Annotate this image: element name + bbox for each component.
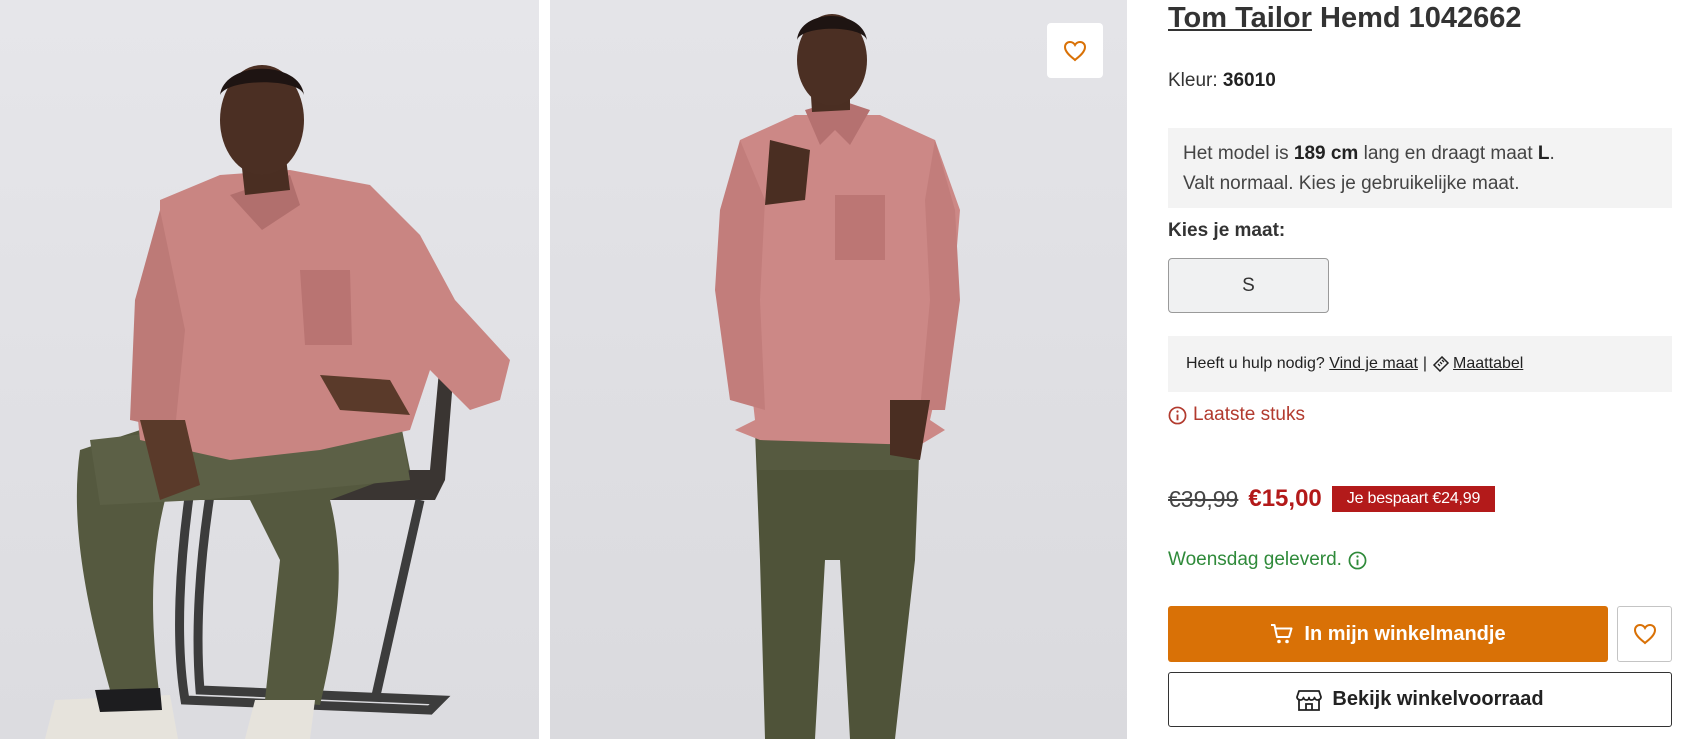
help-question: Heeft u hulp nodig? — [1186, 355, 1325, 372]
size-chart-link[interactable]: Maattabel — [1453, 355, 1523, 373]
seated-model-illustration — [45, 65, 510, 739]
size-option-s[interactable]: S — [1168, 258, 1329, 313]
heart-icon — [1633, 623, 1656, 645]
old-price: €39,99 — [1168, 485, 1239, 512]
brand-link[interactable]: Tom Tailor — [1168, 2, 1312, 34]
fit-advice: Valt normaal. Kies je gebruikelijke maat… — [1183, 173, 1520, 194]
store-icon — [1296, 689, 1323, 711]
image-wishlist-button[interactable] — [1047, 23, 1103, 78]
size-selector-label: Kies je maat: — [1168, 220, 1286, 241]
find-size-link[interactable]: Vind je maat — [1329, 355, 1418, 373]
model-text-3: . — [1549, 143, 1555, 164]
check-store-label: Bekijk winkelvoorraad — [1332, 688, 1544, 710]
product-image-seated[interactable] — [0, 0, 539, 739]
delivery-text: Woensdag geleverd. — [1168, 549, 1342, 570]
color-value: 36010 — [1222, 70, 1276, 91]
check-store-stock-button[interactable]: Bekijk winkelvoorraad — [1168, 672, 1672, 727]
stock-status: Laatste stuks — [1168, 404, 1305, 426]
ruler-icon — [1432, 356, 1450, 372]
model-size-line: Het model is 189 cm lang en draagt maat … — [1183, 139, 1657, 169]
add-to-cart-button[interactable]: In mijn winkelmandje — [1168, 606, 1608, 662]
heart-icon — [1063, 40, 1087, 61]
size-help-bar: Heeft u hulp nodig? Vind je maat | Maattab… — [1168, 336, 1672, 392]
standing-model-illustration — [715, 14, 960, 739]
model-text-1: Het model is — [1183, 143, 1294, 164]
model-size: L — [1537, 143, 1550, 164]
help-separator: | — [1422, 355, 1428, 372]
savings-badge: Je bespaart €24,99 — [1331, 486, 1496, 512]
model-text-2: lang en draagt maat — [1358, 143, 1538, 164]
info-icon — [1168, 406, 1187, 424]
delivery-info-icon[interactable] — [1348, 551, 1367, 570]
color-label: Kleur: — [1168, 70, 1218, 91]
model-height: 189 cm — [1293, 143, 1359, 164]
color-info: Kleur: 36010 — [1168, 70, 1276, 92]
price-row: €39,99 €15,00 Je bespaart €24,99 — [1168, 484, 1496, 514]
model-fit-info: Het model is 189 cm lang en draagt maat … — [1168, 128, 1672, 208]
add-to-cart-label: In mijn winkelmandje — [1304, 622, 1506, 645]
sale-price: €15,00 — [1248, 485, 1322, 512]
cart-icon — [1271, 624, 1293, 644]
stock-text: Laatste stuks — [1193, 404, 1305, 425]
product-name: Hemd 1042662 — [1320, 2, 1522, 34]
product-title: Tom Tailor Hemd 1042662 — [1168, 0, 1522, 36]
wishlist-button[interactable] — [1617, 606, 1672, 662]
product-image-standing[interactable] — [550, 0, 1127, 739]
delivery-info: Woensdag geleverd. — [1168, 549, 1367, 571]
